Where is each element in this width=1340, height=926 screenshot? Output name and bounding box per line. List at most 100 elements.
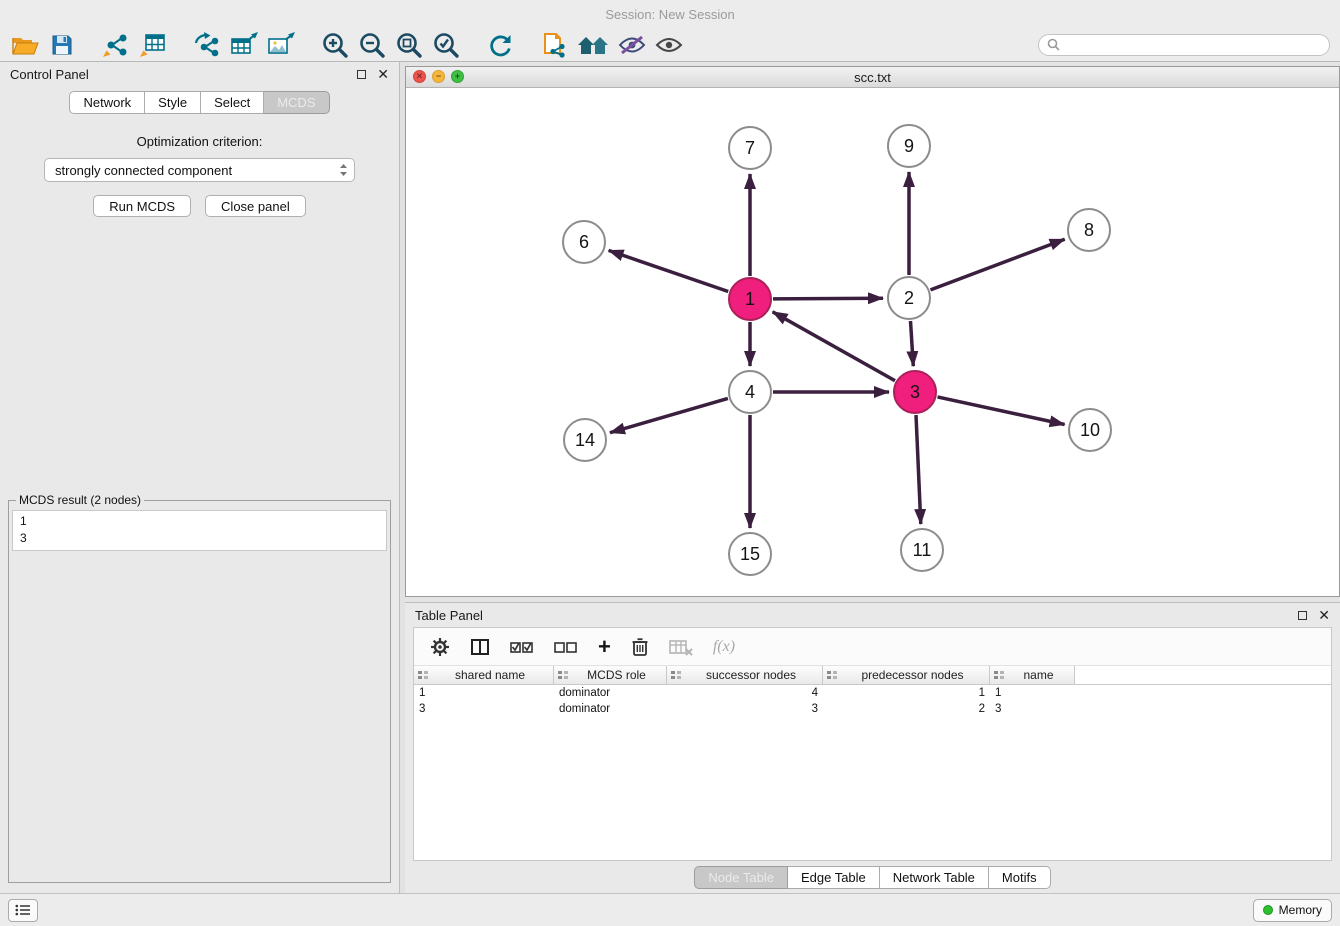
edge-4-to-14[interactable] bbox=[610, 398, 728, 432]
tab-motifs[interactable]: Motifs bbox=[989, 866, 1051, 889]
network-node-6[interactable]: 6 bbox=[563, 221, 605, 263]
optimization-dropdown[interactable]: strongly connected component bbox=[44, 158, 355, 182]
column-header-successor-nodes[interactable]: successor nodes bbox=[667, 666, 823, 684]
table-panel: Table Panel ✕ + f(x) bbox=[405, 602, 1340, 893]
show-graphics-details-button[interactable] bbox=[654, 30, 684, 60]
refresh-view-button[interactable] bbox=[485, 30, 515, 60]
edge-2-to-3[interactable] bbox=[911, 321, 914, 366]
table-row[interactable]: 1dominator411 bbox=[414, 685, 1331, 701]
edge-3-to-1[interactable] bbox=[773, 312, 895, 381]
houses-icon bbox=[576, 33, 610, 57]
minimize-window-button[interactable]: − bbox=[432, 70, 445, 83]
tab-mcds[interactable]: MCDS bbox=[264, 91, 329, 114]
network-node-3[interactable]: 3 bbox=[894, 371, 936, 413]
network-node-7[interactable]: 7 bbox=[729, 127, 771, 169]
checked-boxes-icon bbox=[510, 639, 534, 655]
copy-style-button[interactable] bbox=[539, 30, 569, 60]
network-canvas[interactable]: 7 9 6 8 1 2 4 3 14 10 15 11 bbox=[406, 88, 1339, 596]
svg-text:15: 15 bbox=[740, 544, 760, 564]
network-node-11[interactable]: 11 bbox=[901, 529, 943, 571]
network-node-1[interactable]: 1 bbox=[729, 278, 771, 320]
first-neighbors-button[interactable] bbox=[576, 30, 610, 60]
search-box[interactable] bbox=[1038, 34, 1330, 56]
new-network-button[interactable] bbox=[192, 30, 222, 60]
zoom-selected-button[interactable] bbox=[431, 30, 461, 60]
column-header-predecessor-nodes[interactable]: predecessor nodes bbox=[823, 666, 990, 684]
control-panel-tabs: NetworkStyleSelectMCDS bbox=[0, 91, 399, 114]
close-panel-icon[interactable]: ✕ bbox=[377, 67, 389, 81]
delete-table-button bbox=[669, 638, 693, 656]
zoom-window-button[interactable]: + bbox=[451, 70, 464, 83]
column-header-shared-name[interactable]: shared name bbox=[414, 666, 554, 684]
select-all-button[interactable] bbox=[510, 639, 534, 655]
delete-table-icon bbox=[669, 638, 693, 656]
table-cell: 3 bbox=[667, 701, 823, 717]
import-table-file-button[interactable] bbox=[138, 30, 168, 60]
svg-text:6: 6 bbox=[579, 232, 589, 252]
control-panel: Control Panel ✕ NetworkStyleSelectMCDS O… bbox=[0, 62, 400, 893]
edge-3-to-11[interactable] bbox=[916, 415, 921, 524]
network-node-2[interactable]: 2 bbox=[888, 277, 930, 319]
import-network-file-button[interactable] bbox=[101, 30, 131, 60]
network-node-14[interactable]: 14 bbox=[564, 419, 606, 461]
tab-select[interactable]: Select bbox=[201, 91, 264, 114]
zoom-in-button[interactable] bbox=[320, 30, 350, 60]
table-toolbar: + f(x) bbox=[414, 628, 1331, 666]
edge-1-to-2[interactable] bbox=[773, 298, 883, 299]
mcds-result-list[interactable]: 13 bbox=[12, 510, 387, 551]
column-type-icon bbox=[418, 670, 428, 680]
svg-text:2: 2 bbox=[904, 288, 914, 308]
dropdown-stepper-icon bbox=[339, 163, 348, 177]
task-history-button[interactable] bbox=[8, 899, 38, 922]
float-panel-icon[interactable] bbox=[357, 70, 366, 79]
column-type-icon bbox=[558, 670, 568, 680]
tab-node-table[interactable]: Node Table bbox=[694, 866, 788, 889]
column-header-MCDS-role[interactable]: MCDS role bbox=[554, 666, 667, 684]
network-node-9[interactable]: 9 bbox=[888, 125, 930, 167]
export-image-button[interactable] bbox=[266, 30, 296, 60]
run-mcds-button[interactable]: Run MCDS bbox=[93, 195, 191, 217]
svg-text:11: 11 bbox=[913, 540, 932, 560]
zoom-out-button[interactable] bbox=[357, 30, 387, 60]
deselect-all-button[interactable] bbox=[554, 639, 578, 655]
search-input[interactable] bbox=[1065, 38, 1321, 52]
export-image-icon bbox=[266, 32, 296, 58]
edge-3-to-10[interactable] bbox=[938, 397, 1065, 425]
list-icon bbox=[15, 904, 31, 916]
close-window-button[interactable]: ✕ bbox=[413, 70, 426, 83]
table-options-button[interactable] bbox=[430, 637, 450, 657]
open-session-button[interactable] bbox=[10, 30, 40, 60]
status-bar: Memory bbox=[0, 893, 1340, 926]
export-table-button[interactable] bbox=[229, 30, 259, 60]
network-node-8[interactable]: 8 bbox=[1068, 209, 1110, 251]
close-panel-button[interactable]: Close panel bbox=[205, 195, 306, 217]
column-header-name[interactable]: name bbox=[990, 666, 1075, 684]
create-column-button[interactable]: + bbox=[598, 636, 611, 658]
toggle-graphics-button[interactable] bbox=[617, 30, 647, 60]
network-node-15[interactable]: 15 bbox=[729, 533, 771, 575]
network-node-4[interactable]: 4 bbox=[729, 371, 771, 413]
float-table-panel-icon[interactable] bbox=[1298, 611, 1307, 620]
save-session-button[interactable] bbox=[47, 30, 77, 60]
show-columns-button[interactable] bbox=[470, 637, 490, 657]
main-toolbar bbox=[0, 28, 1340, 62]
tab-style[interactable]: Style bbox=[145, 91, 201, 114]
edge-1-to-6[interactable] bbox=[609, 250, 729, 291]
svg-text:9: 9 bbox=[904, 136, 914, 156]
close-table-panel-icon[interactable]: ✕ bbox=[1318, 608, 1330, 622]
memory-button[interactable]: Memory bbox=[1253, 899, 1332, 922]
network-node-10[interactable]: 10 bbox=[1069, 409, 1111, 451]
svg-text:4: 4 bbox=[745, 382, 755, 402]
tab-network[interactable]: Network bbox=[69, 91, 145, 114]
tab-edge-table[interactable]: Edge Table bbox=[788, 866, 880, 889]
delete-columns-button[interactable] bbox=[631, 637, 649, 657]
table-row[interactable]: 3dominator323 bbox=[414, 701, 1331, 717]
svg-text:14: 14 bbox=[575, 430, 595, 450]
table-rows: 1dominator4113dominator323 bbox=[414, 685, 1331, 717]
tab-network-table[interactable]: Network Table bbox=[880, 866, 989, 889]
edge-2-to-8[interactable] bbox=[931, 239, 1065, 290]
table-cell: 1 bbox=[990, 685, 1075, 701]
zoom-fit-icon bbox=[395, 31, 423, 59]
network-window-titlebar: ✕ − + scc.txt bbox=[406, 67, 1339, 88]
zoom-fit-button[interactable] bbox=[394, 30, 424, 60]
